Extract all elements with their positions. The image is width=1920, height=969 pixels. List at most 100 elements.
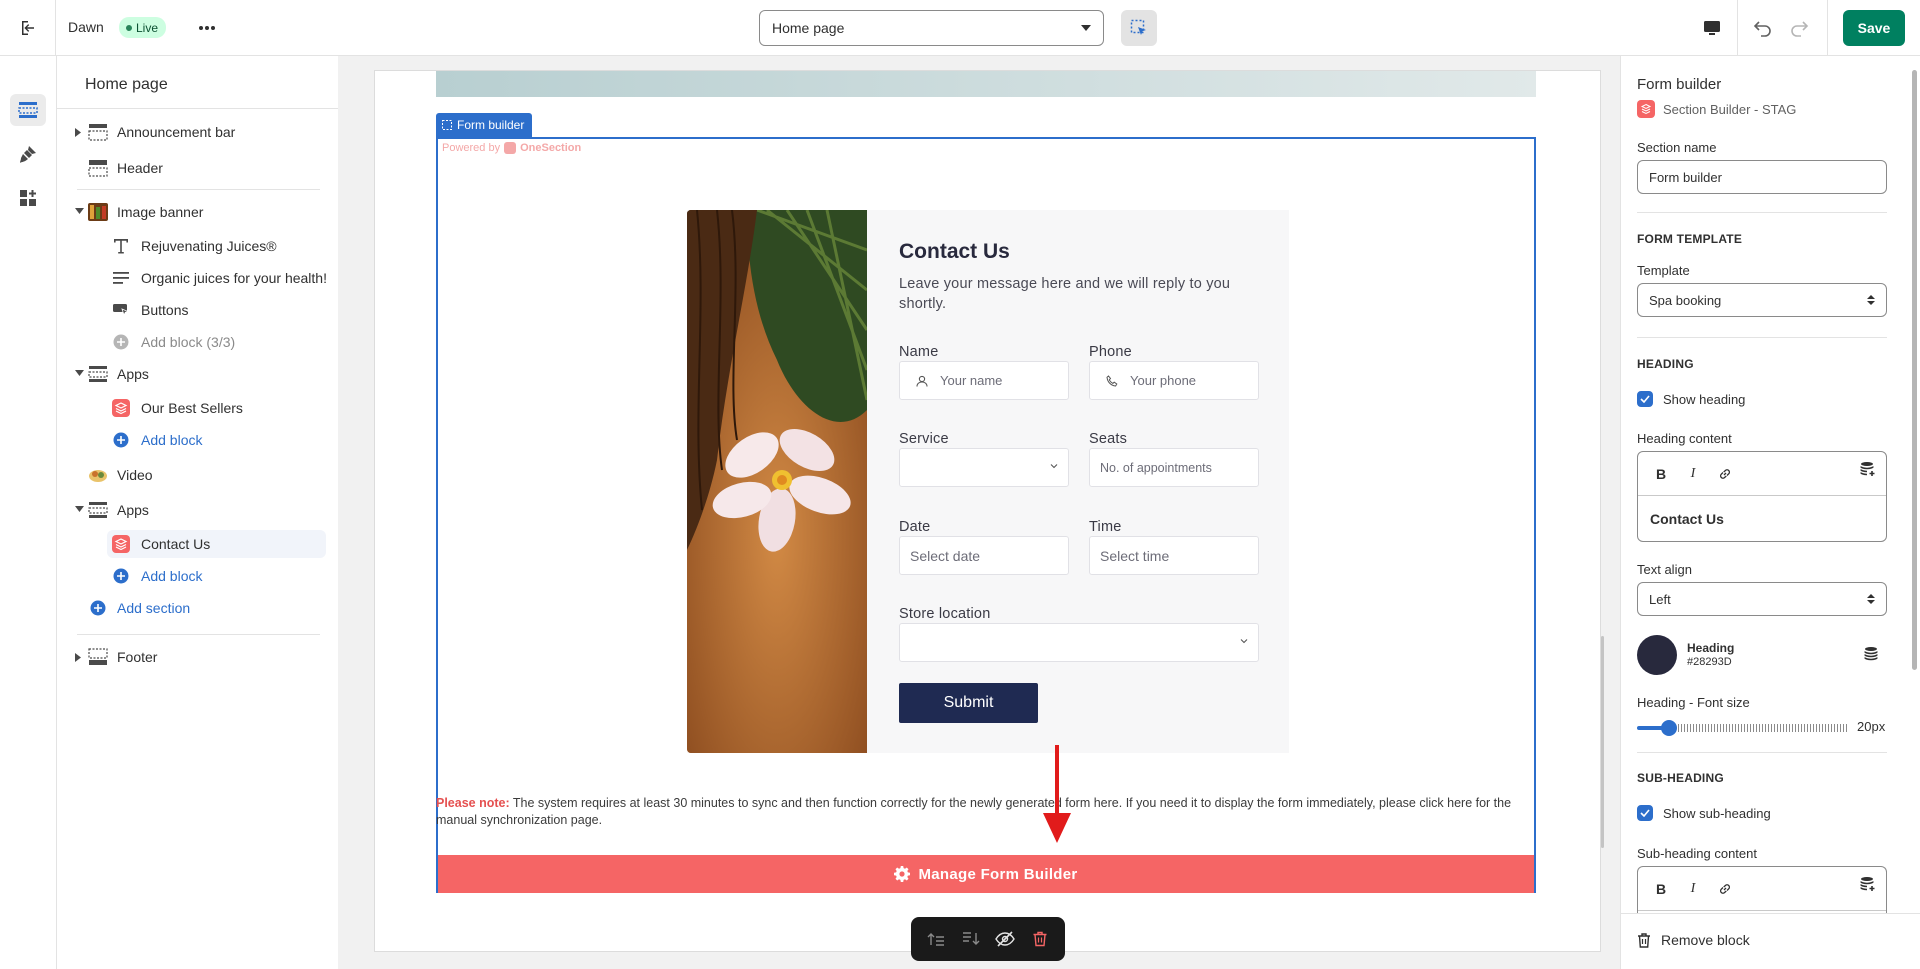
link-button[interactable] [1712, 461, 1738, 487]
undo-button[interactable] [1748, 13, 1778, 43]
link-button[interactable] [1712, 876, 1738, 902]
sidebar-item-announcement-bar[interactable]: Announcement bar [57, 118, 340, 146]
bold-button[interactable]: B [1648, 876, 1674, 902]
move-down-button[interactable] [957, 925, 985, 953]
toolbar-divider [1737, 0, 1738, 56]
caret-right-icon [75, 653, 81, 662]
show-heading-checkbox[interactable]: Show heading [1637, 391, 1745, 407]
font-size-value: 20px [1857, 719, 1886, 734]
sidebar-item-video[interactable]: Video [57, 461, 340, 489]
sidebar-item-label: Apps [117, 366, 149, 382]
sidebar-item-apps[interactable]: Apps [57, 360, 340, 388]
preview-scrollbar-thumb[interactable] [1601, 636, 1604, 848]
sidebar-item-label: Image banner [117, 204, 204, 220]
move-up-button[interactable] [922, 925, 950, 953]
eye-slash-icon [995, 931, 1016, 947]
color-dynamic-source-button[interactable] [1863, 646, 1879, 665]
dynamic-source-button[interactable] [1860, 461, 1876, 480]
subheading-content-editor[interactable]: B I [1637, 866, 1887, 913]
panel-divider [1637, 212, 1887, 213]
text-align-select[interactable]: Left [1637, 582, 1887, 616]
form-template-heading: FORM TEMPLATE [1637, 232, 1743, 246]
slider-handle[interactable] [1661, 720, 1677, 736]
sidebar-item-image-banner[interactable]: Image banner [57, 198, 340, 226]
italic-button[interactable]: I [1680, 461, 1706, 487]
inspector-toggle-button[interactable] [1121, 10, 1157, 46]
trash-icon [1638, 932, 1650, 948]
manage-form-builder-button[interactable]: Manage Form Builder [438, 855, 1534, 893]
settings-panel-scrollbar-thumb[interactable] [1912, 70, 1917, 670]
sidebar-item-label: Rejuvenating Juices® [141, 238, 277, 254]
section-select-icon [442, 120, 452, 130]
sections-rail-button[interactable] [10, 94, 46, 126]
sidebar-item-apps-2[interactable]: Apps [57, 496, 340, 524]
sidebar-item-footer[interactable]: Footer [57, 643, 340, 671]
hide-block-button[interactable] [991, 925, 1019, 953]
name-field[interactable]: Your name [899, 361, 1069, 400]
seats-field[interactable]: No. of appointments [1089, 448, 1259, 487]
heading-color-swatch[interactable] [1637, 635, 1677, 675]
sidebar-item-label: Our Best Sellers [141, 400, 243, 416]
exit-button[interactable] [0, 0, 56, 56]
heading-content-editor[interactable]: B I Contact Us [1637, 451, 1887, 542]
panel-divider [1637, 752, 1887, 753]
form-builder-section[interactable]: Powered by OneSection Contact Us Leave y… [436, 137, 1536, 893]
add-section-button[interactable]: Add section [57, 594, 340, 622]
caret-down-icon [75, 506, 84, 512]
show-subheading-checkbox[interactable]: Show sub-heading [1637, 805, 1771, 821]
sidebar-block-buttons[interactable]: Buttons [57, 296, 340, 324]
sidebar-block-text[interactable]: Organic juices for your health! [57, 264, 340, 292]
add-circle-icon [110, 429, 132, 451]
page-selector[interactable]: Home page [759, 10, 1104, 46]
sidebar-divider [57, 108, 340, 109]
preview-scrollbar[interactable] [1598, 56, 1606, 969]
sidebar-item-label: Organic juices for your health! [141, 270, 327, 286]
dynamic-source-button[interactable] [1860, 876, 1876, 895]
note-prefix: Please note: [436, 796, 510, 810]
font-size-label: Heading - Font size [1637, 695, 1750, 710]
store-location-select[interactable] [899, 623, 1259, 662]
caret-right-icon [75, 128, 81, 137]
subheading-section-heading: SUB-HEADING [1637, 771, 1724, 785]
sidebar-add-block[interactable]: Add block [57, 426, 340, 454]
settings-panel-scrollbar[interactable] [1908, 56, 1920, 913]
block-floating-toolbar [911, 917, 1065, 961]
panel-footer: Remove block [1621, 913, 1920, 969]
sidebar-item-header[interactable]: Header [57, 154, 340, 182]
theme-settings-rail-button[interactable] [10, 138, 46, 170]
submit-button[interactable]: Submit [899, 683, 1038, 723]
sidebar-block-contact-us[interactable]: Contact Us [107, 530, 326, 558]
date-field[interactable]: Select date [899, 536, 1069, 575]
service-select[interactable] [899, 448, 1069, 487]
app-block-icon [110, 397, 132, 419]
powered-by-brand: OneSection [520, 142, 582, 154]
icon-rail [0, 56, 57, 969]
section-tag[interactable]: Form builder [436, 113, 533, 137]
sidebar-item-label: Buttons [141, 302, 189, 318]
sidebar-add-block[interactable]: Add block [57, 562, 340, 590]
sidebar-block-our-best-sellers[interactable]: Our Best Sellers [57, 394, 340, 422]
save-button[interactable]: Save [1843, 10, 1905, 46]
italic-button[interactable]: I [1680, 876, 1706, 902]
video-thumbnail [87, 464, 109, 486]
delete-block-button[interactable] [1026, 925, 1054, 953]
remove-block-button[interactable]: Remove block [1637, 932, 1750, 948]
image-banner-preview[interactable] [436, 71, 1536, 97]
font-size-slider[interactable] [1637, 720, 1849, 736]
select-arrows-icon [1867, 594, 1875, 604]
template-select[interactable]: Spa booking [1637, 283, 1887, 317]
sidebar-block-heading[interactable]: Rejuvenating Juices® [57, 232, 340, 260]
redo-icon [1791, 21, 1809, 37]
service-label: Service [899, 431, 949, 447]
apps-rail-button[interactable] [10, 182, 46, 214]
section-name-input[interactable]: Form builder [1637, 160, 1887, 194]
bold-button[interactable]: B [1648, 461, 1674, 487]
desktop-view-button[interactable] [1697, 13, 1727, 43]
time-field[interactable]: Select time [1089, 536, 1259, 575]
redo-button[interactable] [1784, 13, 1814, 43]
more-actions-button[interactable] [193, 14, 221, 42]
template-label: Template [1637, 263, 1690, 278]
seats-field-placeholder: No. of appointments [1100, 460, 1212, 475]
checkbox-checked-icon [1637, 805, 1653, 821]
phone-field[interactable]: Your phone [1089, 361, 1259, 400]
